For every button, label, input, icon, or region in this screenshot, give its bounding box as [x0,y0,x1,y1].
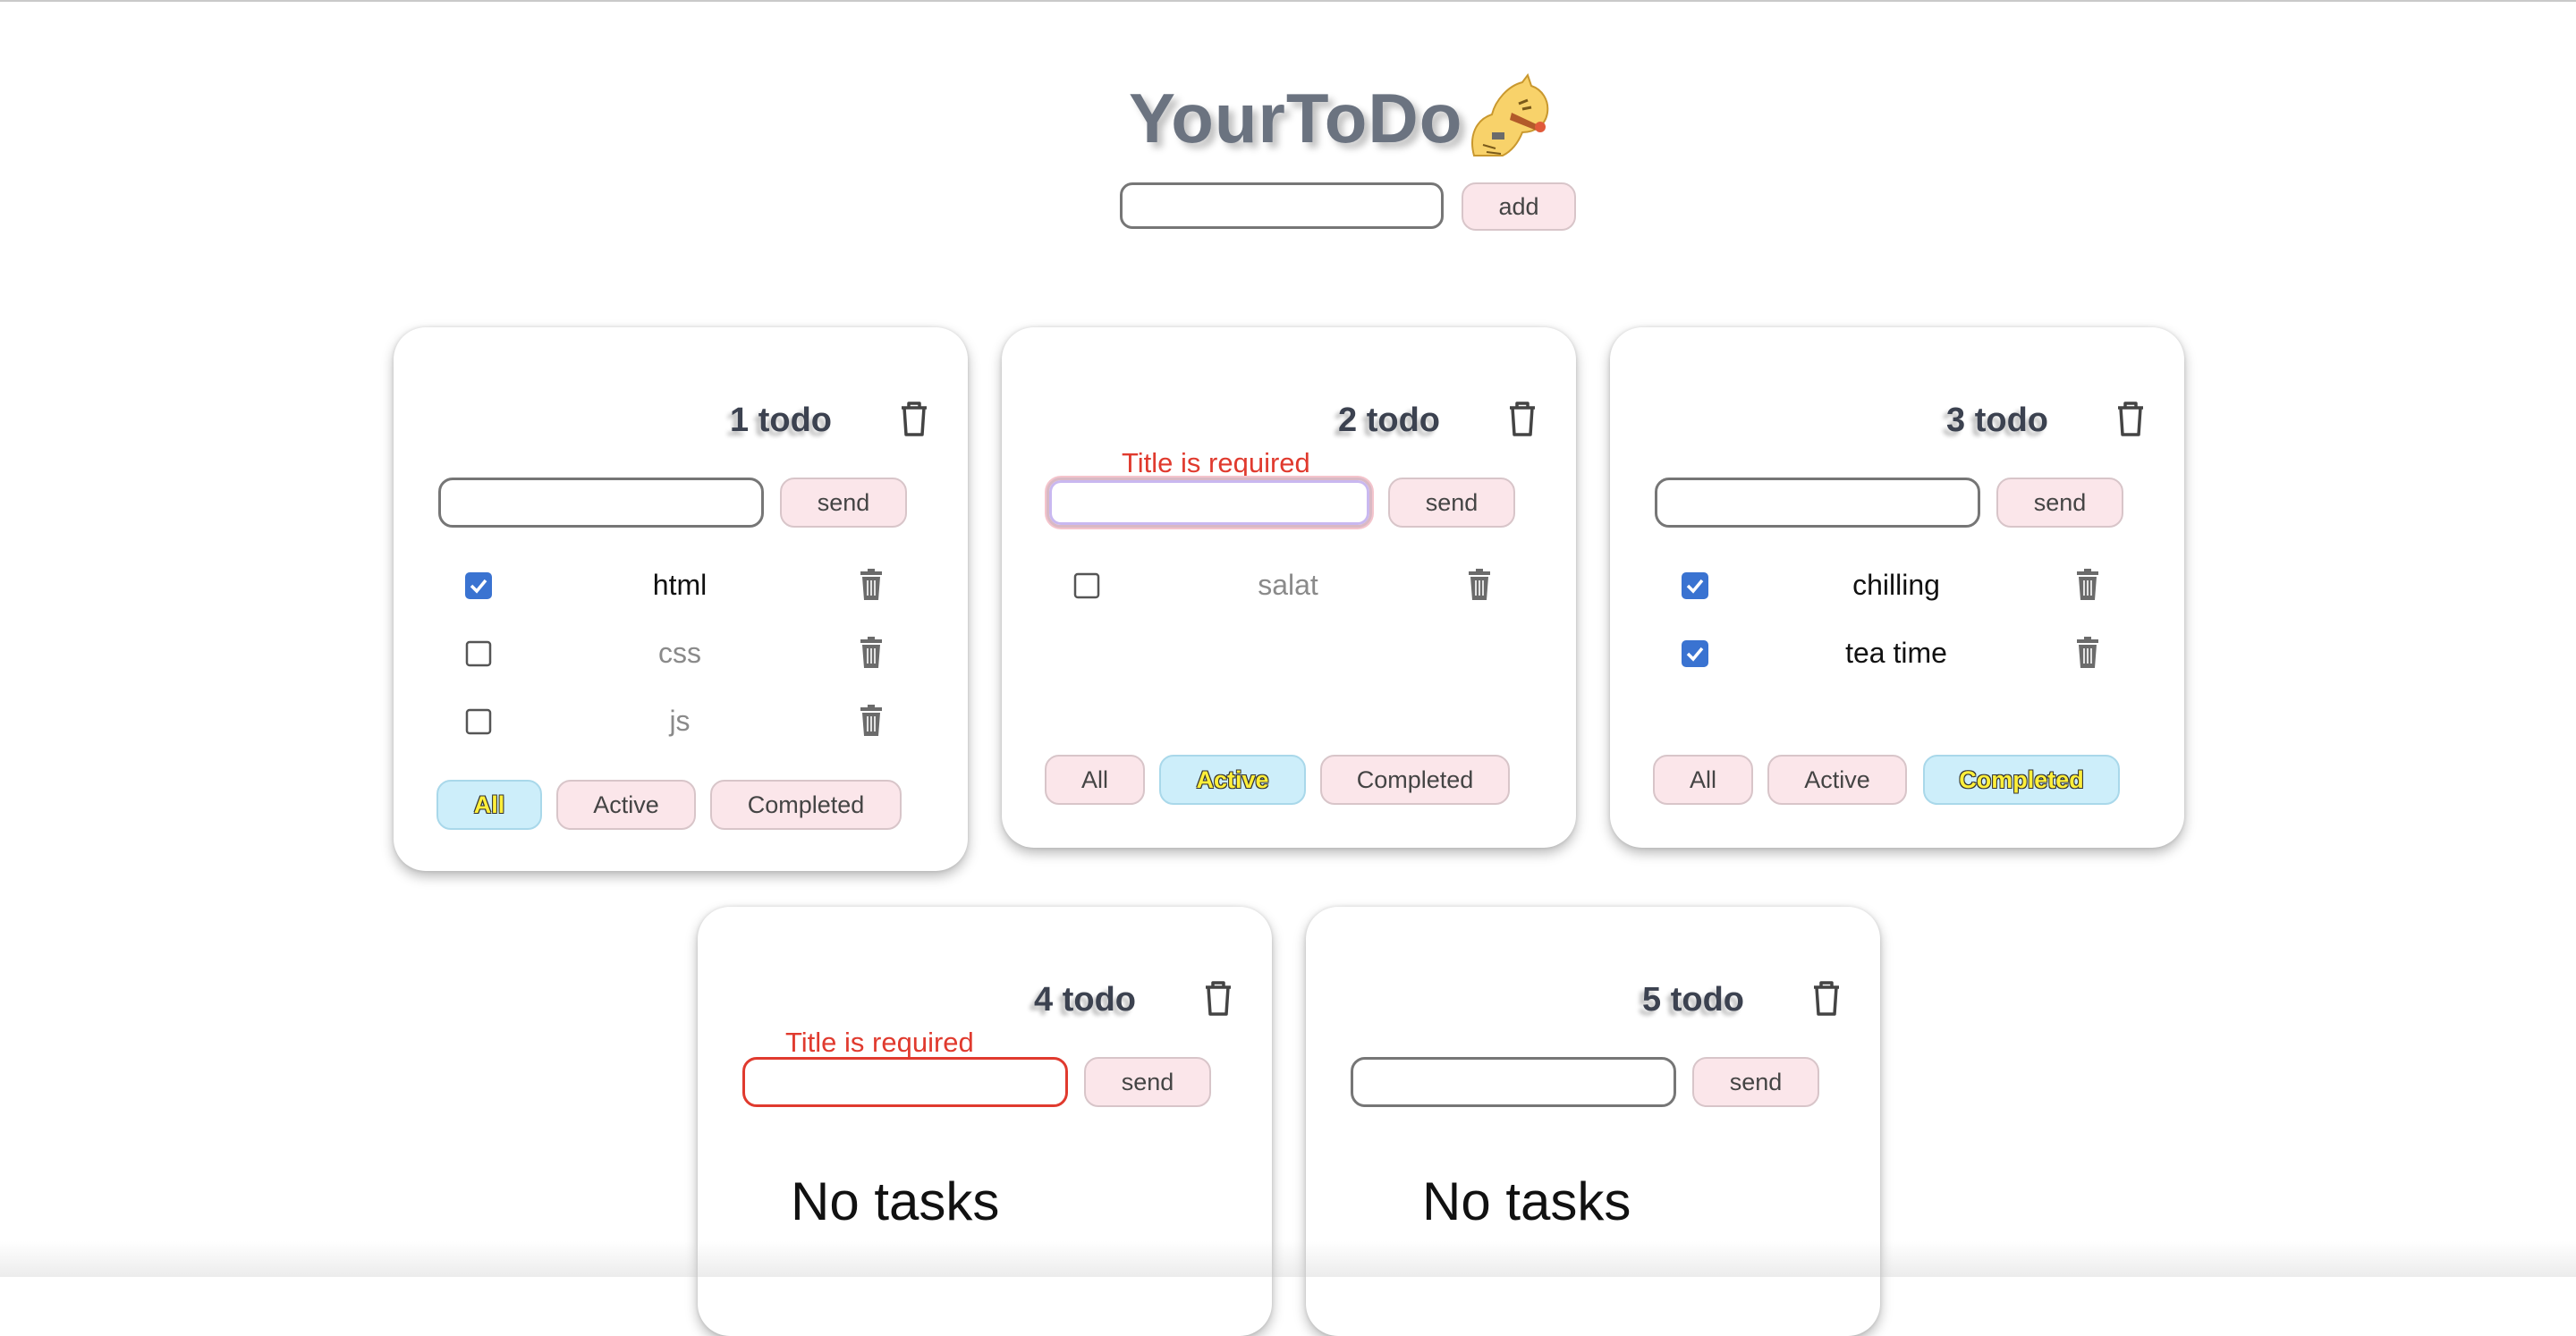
task-item: tea time [1655,626,2138,680]
validation-error: Title is required [785,1027,974,1058]
top-divider [0,0,2576,2]
task-title-input[interactable] [1351,1057,1676,1107]
send-button[interactable]: send [1084,1057,1211,1107]
delete-task-trash-icon[interactable] [2073,637,2102,669]
task-item: css [438,626,921,680]
task-checkbox[interactable] [465,640,492,667]
task-checkbox[interactable] [1073,572,1100,599]
delete-list-trash-icon[interactable] [896,399,932,438]
delete-list-trash-icon[interactable] [1504,399,1540,438]
task-label: js [669,705,691,737]
send-button[interactable]: send [1996,478,2123,528]
task-label: tea time [1845,637,1947,669]
mascot-cat-icon [1471,73,1549,156]
filter-completed-button[interactable]: Completed [1320,755,1510,805]
task-item: chilling [1655,558,2138,612]
delete-task-trash-icon[interactable] [857,569,886,601]
task-checkbox-checked[interactable] [1682,640,1708,667]
new-list-input[interactable] [1120,182,1444,229]
card-title: 2 todo [1338,402,1440,439]
delete-list-trash-icon[interactable] [1200,978,1236,1018]
todo-card: 2 todo Title is required send salat All … [1002,327,1576,848]
todo-card: 1 todo send html css js All Active Compl… [394,327,968,871]
todo-card: 5 todo send No tasks [1306,907,1880,1336]
filter-active-button[interactable]: Active [1159,755,1306,805]
delete-task-trash-icon[interactable] [857,705,886,737]
todo-card: 3 todo send chilling tea time All Active [1610,327,2184,848]
task-title-input[interactable] [1046,478,1372,528]
send-button[interactable]: send [1388,478,1515,528]
task-checkbox-checked[interactable] [465,572,492,599]
card-title: 3 todo [1946,402,2048,439]
task-label: salat [1258,569,1318,601]
task-title-input[interactable] [438,478,764,528]
filter-active-button[interactable]: Active [556,780,696,830]
filter-all-button[interactable]: All [436,780,542,830]
delete-task-trash-icon[interactable] [2073,569,2102,601]
task-item: salat [1046,558,1530,612]
task-item: js [438,694,921,748]
filter-all-button[interactable]: All [1653,755,1753,805]
app-title: YourToDo [1129,79,1463,157]
delete-task-trash-icon[interactable] [1465,569,1494,601]
validation-error: Title is required [1122,447,1310,478]
add-list-button[interactable]: add [1462,182,1576,231]
task-checkbox[interactable] [465,708,492,735]
filter-all-button[interactable]: All [1045,755,1145,805]
empty-state-text: No tasks [791,1171,1000,1231]
task-title-input[interactable] [1655,478,1980,528]
delete-list-trash-icon[interactable] [2113,399,2148,438]
filter-active-button[interactable]: Active [1767,755,1907,805]
task-title-input[interactable] [742,1057,1068,1107]
todo-card: 4 todo Title is required send No tasks [698,907,1272,1336]
filter-completed-button[interactable]: Completed [710,780,902,830]
send-button[interactable]: send [1692,1057,1819,1107]
delete-task-trash-icon[interactable] [857,637,886,669]
send-button[interactable]: send [780,478,907,528]
task-checkbox-checked[interactable] [1682,572,1708,599]
card-title: 5 todo [1642,981,1744,1019]
filter-completed-button[interactable]: Completed [1923,755,2120,805]
task-label: chilling [1852,569,1940,601]
bottom-shadow [0,1241,2576,1277]
task-label: css [658,637,701,669]
empty-state-text: No tasks [1422,1171,1631,1231]
delete-list-trash-icon[interactable] [1809,978,1844,1018]
task-label: html [652,569,708,601]
task-item: html [438,558,921,612]
card-title: 4 todo [1034,981,1136,1019]
card-title: 1 todo [730,402,832,439]
